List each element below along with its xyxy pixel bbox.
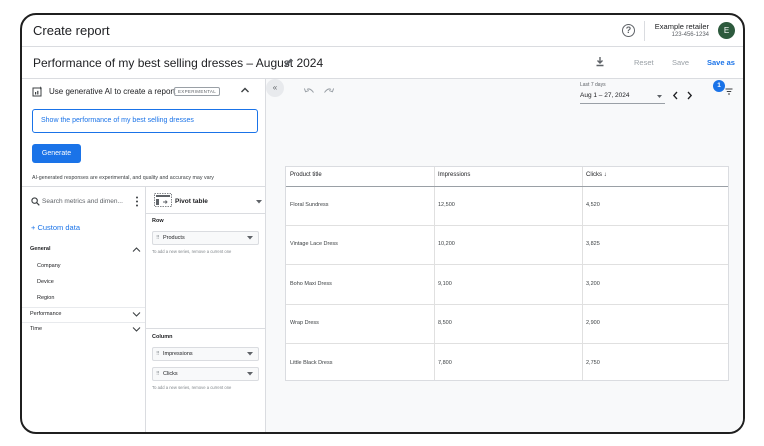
chevron-down-icon[interactable]: [132, 326, 141, 333]
date-range-label: Last 7 days: [580, 82, 606, 88]
table-cell: Boho Maxi Dress: [290, 281, 332, 287]
ai-disclaimer: AI-generated responses are experimental,…: [32, 175, 214, 181]
table-cell: 2,900: [586, 320, 600, 326]
field-group-time[interactable]: Time: [30, 326, 42, 332]
app-window: Create report ? Example retailer 123-456…: [20, 13, 745, 434]
header-divider: [286, 186, 728, 187]
caret-down-icon[interactable]: [247, 352, 253, 356]
pencil-icon[interactable]: [284, 57, 294, 67]
undo-icon[interactable]: [304, 87, 315, 94]
column-chip-impressions[interactable]: ⠿ Impressions: [152, 347, 259, 361]
save-as-button[interactable]: Save as: [707, 58, 735, 67]
row-divider: [286, 264, 728, 265]
table-cell: 4,520: [586, 202, 600, 208]
row-chip-label: Products: [163, 235, 185, 241]
generate-button[interactable]: Generate: [32, 144, 81, 163]
chevron-up-icon[interactable]: [132, 246, 141, 253]
search-input[interactable]: Search metrics and dimen...: [42, 198, 123, 205]
caret-down-icon[interactable]: [247, 236, 253, 240]
app-header: Create report ? Example retailer 123-456…: [22, 15, 743, 47]
row-divider: [286, 225, 728, 226]
drag-handle-icon[interactable]: ⠿: [156, 348, 160, 360]
column-section-label: Column: [152, 334, 173, 340]
column-header-product-title[interactable]: Product title: [290, 172, 322, 178]
more-options-icon[interactable]: [135, 196, 139, 207]
account-name[interactable]: Example retailer: [651, 22, 709, 31]
report-canvas: « Last 7 days Aug 1 – 27, 2024 1 Product…: [266, 79, 743, 432]
field-item-company[interactable]: Company: [37, 263, 61, 269]
field-divider: [22, 322, 145, 323]
chevron-up-icon[interactable]: [240, 86, 250, 94]
drag-handle-icon[interactable]: ⠿: [156, 232, 160, 244]
row-hint: To add a new series, remove a current on…: [152, 249, 232, 254]
drag-handle-icon[interactable]: ⠿: [156, 368, 160, 380]
fields-panel: Search metrics and dimen... + Custom dat…: [22, 187, 146, 432]
ai-report-icon: [32, 86, 43, 97]
table-cell: Little Black Dress: [290, 360, 333, 366]
config-panel: Pivot table Row ⠿ Products To add a new …: [146, 187, 266, 432]
field-group-general[interactable]: General: [30, 246, 50, 252]
report-table: Product title Impressions Clicks ↓ Flora…: [285, 166, 729, 381]
filter-icon[interactable]: [725, 88, 733, 95]
caret-down-icon[interactable]: [247, 372, 253, 376]
save-button[interactable]: Save: [672, 58, 689, 67]
table-cell: Vintage Lace Dress: [290, 241, 338, 247]
visualization-select[interactable]: Pivot table: [175, 198, 208, 205]
field-divider: [22, 307, 145, 308]
column-chip-label: Clicks: [163, 371, 178, 377]
experimental-badge: EXPERIMENTAL: [174, 87, 221, 96]
header-divider: [644, 21, 645, 41]
pivot-table-icon: [154, 193, 172, 207]
help-icon[interactable]: ?: [622, 24, 635, 37]
column-divider: [582, 167, 583, 380]
prompt-input[interactable]: Show the performance of my best selling …: [32, 109, 258, 133]
chevron-right-icon[interactable]: [686, 91, 693, 100]
table-cell: 12,500: [438, 202, 455, 208]
field-item-device[interactable]: Device: [37, 279, 54, 285]
row-divider: [286, 304, 728, 305]
field-group-performance[interactable]: Performance: [30, 311, 62, 317]
table-cell: 9,100: [438, 281, 452, 287]
caret-down-icon[interactable]: [657, 95, 662, 98]
chevron-left-icon[interactable]: [672, 91, 679, 100]
column-hint: To add a new series, remove a current on…: [152, 385, 232, 390]
column-chip-clicks[interactable]: ⠿ Clicks: [152, 367, 259, 381]
row-chip-products[interactable]: ⠿ Products: [152, 231, 259, 245]
download-icon[interactable]: [595, 56, 605, 67]
row-divider: [286, 343, 728, 344]
account-id: 123-456-1234: [671, 32, 709, 38]
ai-panel-label: Use generative AI to create a report: [49, 87, 176, 96]
column-chip-label: Impressions: [163, 351, 193, 357]
notification-badge[interactable]: 1: [713, 80, 725, 92]
column-divider: [434, 167, 435, 380]
column-header-clicks[interactable]: Clicks ↓: [586, 172, 607, 178]
table-cell: 3,200: [586, 281, 600, 287]
redo-icon[interactable]: [323, 87, 334, 94]
report-toolbar: Performance of my best selling dresses –…: [22, 47, 743, 79]
page-title: Create report: [33, 23, 110, 38]
avatar[interactable]: E: [718, 22, 735, 39]
table-cell: 2,750: [586, 360, 600, 366]
date-underline: [580, 103, 665, 104]
table-cell: Wrap Dress: [290, 320, 319, 326]
table-cell: 10,200: [438, 241, 455, 247]
field-item-region[interactable]: Region: [37, 295, 54, 301]
table-cell: 8,500: [438, 320, 452, 326]
config-divider: [146, 213, 266, 214]
table-cell: 7,800: [438, 360, 452, 366]
table-cell: Floral Sundress: [290, 202, 329, 208]
collapse-panel-button[interactable]: «: [266, 79, 284, 97]
custom-data-link[interactable]: + Custom data: [31, 223, 80, 232]
row-section-label: Row: [152, 218, 164, 224]
report-title[interactable]: Performance of my best selling dresses –…: [33, 56, 323, 70]
column-header-impressions[interactable]: Impressions: [438, 172, 470, 178]
caret-down-icon[interactable]: [256, 200, 262, 204]
config-divider: [146, 328, 266, 329]
reset-button[interactable]: Reset: [634, 58, 654, 67]
table-cell: 3,825: [586, 241, 600, 247]
date-range-select[interactable]: Aug 1 – 27, 2024: [580, 92, 630, 99]
chevron-down-icon[interactable]: [132, 311, 141, 318]
search-icon: [31, 197, 40, 206]
